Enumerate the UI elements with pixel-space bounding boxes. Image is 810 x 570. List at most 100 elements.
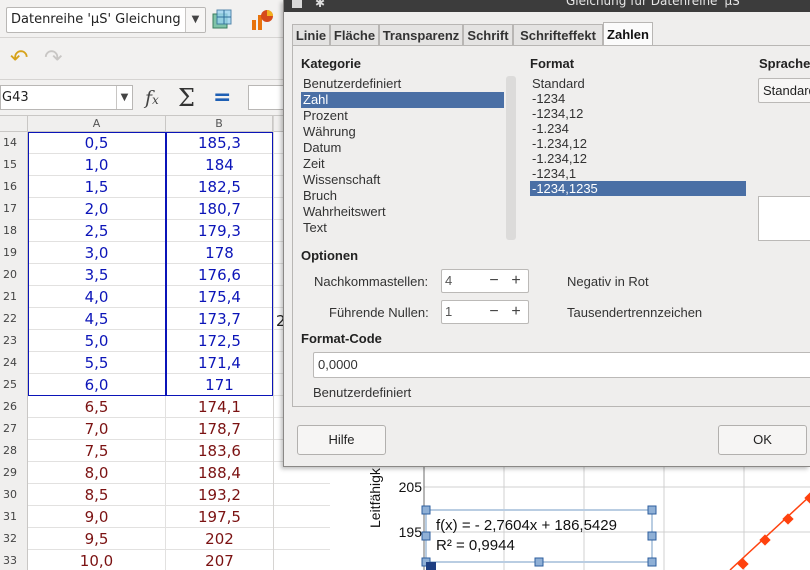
kategorie-item[interactable]: Bruch	[301, 188, 504, 204]
row-number[interactable]: 32	[0, 528, 28, 550]
format-item[interactable]: Standard	[530, 76, 746, 91]
cell-a[interactable]: 10,0	[28, 550, 166, 570]
pin-icon[interactable]: ✱	[315, 0, 325, 10]
window-menu-icon[interactable]	[292, 0, 302, 8]
format-selection-icon[interactable]	[211, 8, 233, 30]
row-number[interactable]: 15	[0, 154, 28, 176]
data-point[interactable]	[804, 492, 810, 504]
row-number[interactable]: 21	[0, 286, 28, 308]
row-number[interactable]: 17	[0, 198, 28, 220]
kategorie-item[interactable]: Zahl	[301, 92, 504, 108]
tab-linie[interactable]: Linie	[292, 24, 330, 46]
nachkommastellen-stepper[interactable]: 4 − +	[441, 269, 529, 293]
function-wizard-icon[interactable]: fx	[145, 87, 159, 109]
column-header-a[interactable]: A	[28, 116, 166, 132]
trendline-r-squared[interactable]: R² = 0,9944	[436, 537, 515, 554]
chart-type-icon[interactable]	[250, 8, 273, 30]
cell-a[interactable]: 4,0	[28, 286, 166, 308]
tab-transparenz[interactable]: Transparenz	[379, 24, 463, 46]
kategorie-item[interactable]: Datum	[301, 140, 504, 156]
tab-schrifteffekt[interactable]: Schrifteffekt	[513, 24, 603, 46]
cell-a[interactable]: 9,0	[28, 506, 166, 528]
cell-b[interactable]: 180,7	[166, 198, 273, 220]
chart-element-select[interactable]: Datenreihe 'µS' Gleichung (Ab ▼	[6, 7, 206, 33]
row-number[interactable]: 14	[0, 132, 28, 154]
kategorie-list[interactable]: Benutzerdefiniert Zahl Prozent Währung Datum…	[301, 76, 517, 240]
cell-a[interactable]: 1,0	[28, 154, 166, 176]
format-item[interactable]: -1.234,12	[530, 136, 746, 151]
cell-b[interactable]: 188,4	[166, 462, 273, 484]
format-item[interactable]: -1234,1235	[530, 181, 746, 196]
cell-b[interactable]: 185,3	[166, 132, 273, 154]
row-number[interactable]: 25	[0, 374, 28, 396]
cell-a[interactable]: 8,5	[28, 484, 166, 506]
cell-b[interactable]: 197,5	[166, 506, 273, 528]
sprache-select[interactable]: Standard	[758, 78, 810, 103]
kategorie-item[interactable]: Wahrheitswert	[301, 204, 504, 220]
cell-b[interactable]: 171	[166, 374, 273, 396]
row-number[interactable]: 30	[0, 484, 28, 506]
cell-a[interactable]: 7,0	[28, 418, 166, 440]
minus-icon[interactable]: −	[484, 301, 504, 323]
fuehrende-nullen-stepper[interactable]: 1 − +	[441, 300, 529, 324]
format-item[interactable]: -1.234,12	[530, 151, 746, 166]
cell-a[interactable]: 5,5	[28, 352, 166, 374]
formula-input[interactable]	[248, 85, 288, 110]
cell-b[interactable]: 178	[166, 242, 273, 264]
dialog-titlebar[interactable]: ✱ Gleichung für Datenreihe 'µS'	[284, 0, 810, 12]
cell-b[interactable]: 171,4	[166, 352, 273, 374]
kategorie-item[interactable]: Benutzerdefiniert	[301, 76, 504, 92]
cell-a[interactable]: 2,5	[28, 220, 166, 242]
formula-icon[interactable]: =	[213, 85, 231, 110]
row-number[interactable]: 28	[0, 440, 28, 462]
cell-b[interactable]: 183,6	[166, 440, 273, 462]
tab-zahlen[interactable]: Zahlen	[603, 22, 653, 46]
cell-a[interactable]: 5,0	[28, 330, 166, 352]
selection-handle[interactable]	[421, 505, 431, 515]
cell-b[interactable]: 207	[166, 550, 273, 570]
negativ-rot-checkbox[interactable]: Negativ in Rot	[567, 274, 649, 289]
format-list[interactable]: Standard -1234 -1234,12 -1.234 -1.234,12 -1.2…	[530, 76, 748, 206]
cell-a[interactable]: 9,5	[28, 528, 166, 550]
cell-a[interactable]: 4,5	[28, 308, 166, 330]
row-number[interactable]: 20	[0, 264, 28, 286]
series-line[interactable]	[729, 495, 810, 570]
row-number[interactable]: 16	[0, 176, 28, 198]
trendline-equation[interactable]: f(x) = - 2,7604x + 186,5429	[436, 517, 617, 534]
kategorie-item[interactable]: Währung	[301, 124, 504, 140]
cell-b[interactable]: 182,5	[166, 176, 273, 198]
cell-b[interactable]: 172,5	[166, 330, 273, 352]
kategorie-item[interactable]: Text	[301, 220, 504, 236]
undo-icon[interactable]: ↶	[10, 48, 28, 70]
plus-icon[interactable]: +	[506, 301, 526, 323]
data-point[interactable]	[737, 558, 749, 570]
row-number[interactable]: 27	[0, 418, 28, 440]
kategorie-scrollbar[interactable]	[506, 76, 516, 240]
cell-b[interactable]: 178,7	[166, 418, 273, 440]
row-number[interactable]: 26	[0, 396, 28, 418]
chevron-down-icon[interactable]: ▼	[185, 8, 205, 32]
data-point[interactable]	[759, 534, 771, 546]
cell-b[interactable]: 175,4	[166, 286, 273, 308]
minus-icon[interactable]: −	[484, 270, 504, 292]
cell-a[interactable]: 3,5	[28, 264, 166, 286]
chart-area[interactable]: Leitfähigk 205 195 f(x) = - 2,7604x + 18…	[330, 460, 810, 570]
tausendertrenn-checkbox[interactable]: Tausendertrennzeichen	[567, 305, 702, 320]
cell-a[interactable]: 3,0	[28, 242, 166, 264]
corner-cell[interactable]	[0, 116, 28, 132]
cell-b[interactable]: 202	[166, 528, 273, 550]
data-point[interactable]	[782, 513, 794, 525]
kategorie-item[interactable]: Zeit	[301, 156, 504, 172]
redo-icon[interactable]: ↷	[44, 48, 62, 70]
selection-handle[interactable]	[647, 531, 657, 541]
cell-b[interactable]: 176,6	[166, 264, 273, 286]
format-code-input[interactable]: 0,0000	[313, 352, 810, 378]
row-number[interactable]: 18	[0, 220, 28, 242]
ok-button[interactable]: OK	[718, 425, 807, 455]
cell-a[interactable]: 8,0	[28, 462, 166, 484]
cell-b[interactable]: 193,2	[166, 484, 273, 506]
cell-a[interactable]: 6,5	[28, 396, 166, 418]
row-number[interactable]: 33	[0, 550, 28, 570]
plus-icon[interactable]: +	[506, 270, 526, 292]
cell-a[interactable]: 6,0	[28, 374, 166, 396]
